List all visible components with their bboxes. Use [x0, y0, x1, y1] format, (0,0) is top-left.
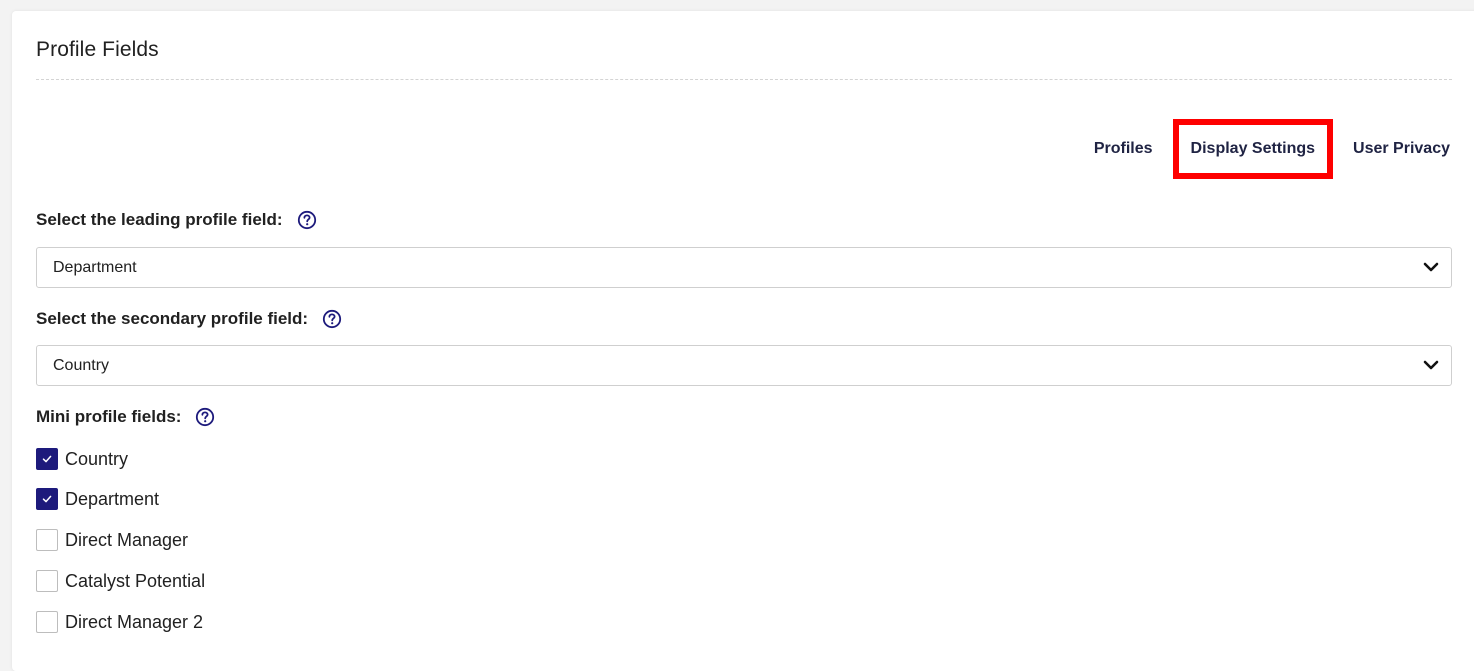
secondary-field-select[interactable]: Country: [36, 345, 1452, 386]
secondary-field-label-row: Select the secondary profile field:: [36, 309, 342, 329]
checkmark-icon: [42, 455, 52, 463]
mini-field-direct-manager[interactable]: Direct Manager: [36, 529, 188, 551]
checkbox-checked[interactable]: [36, 448, 58, 470]
mini-field-direct-manager-2[interactable]: Direct Manager 2: [36, 611, 203, 633]
mini-profile-label-row: Mini profile fields:: [36, 407, 215, 427]
mini-field-catalyst-potential[interactable]: Catalyst Potential: [36, 570, 205, 592]
leading-field-label: Select the leading profile field:: [36, 210, 283, 229]
mini-profile-label: Mini profile fields:: [36, 407, 182, 426]
secondary-field-value: Country: [53, 356, 110, 374]
profile-fields-card: Profile Fields Profiles Display Settings…: [12, 11, 1474, 671]
checkbox-label: Direct Manager: [65, 529, 189, 550]
page-title: Profile Fields: [36, 38, 159, 61]
leading-field-value: Department: [53, 258, 137, 276]
tab-profiles[interactable]: Profiles: [1084, 122, 1163, 176]
checkbox-unchecked[interactable]: [36, 570, 58, 592]
checkbox-label: Department: [65, 488, 160, 509]
tab-display-settings[interactable]: Display Settings: [1172, 119, 1334, 179]
checkbox-checked[interactable]: [36, 488, 58, 510]
leading-field-label-row: Select the leading profile field:: [36, 210, 317, 230]
checkbox-label: Direct Manager 2: [65, 611, 204, 632]
chevron-down-icon: [1423, 360, 1439, 370]
question-circle-icon[interactable]: [297, 210, 317, 230]
checkbox-label: Catalyst Potential: [65, 570, 206, 591]
secondary-field-label: Select the secondary profile field:: [36, 309, 309, 328]
title-divider: [36, 79, 1452, 80]
checkmark-icon: [42, 495, 52, 503]
question-circle-icon[interactable]: [195, 407, 215, 427]
question-circle-icon[interactable]: [322, 309, 342, 329]
tab-user-privacy[interactable]: User Privacy: [1343, 122, 1460, 176]
leading-field-select[interactable]: Department: [36, 247, 1452, 288]
checkbox-label: Country: [65, 448, 129, 469]
mini-field-department[interactable]: Department: [36, 488, 159, 510]
checkbox-unchecked[interactable]: [36, 611, 58, 633]
settings-tabs: Profiles Display Settings User Privacy: [1084, 119, 1460, 179]
checkbox-unchecked[interactable]: [36, 529, 58, 551]
chevron-down-icon: [1423, 262, 1439, 272]
mini-field-country[interactable]: Country: [36, 448, 128, 470]
